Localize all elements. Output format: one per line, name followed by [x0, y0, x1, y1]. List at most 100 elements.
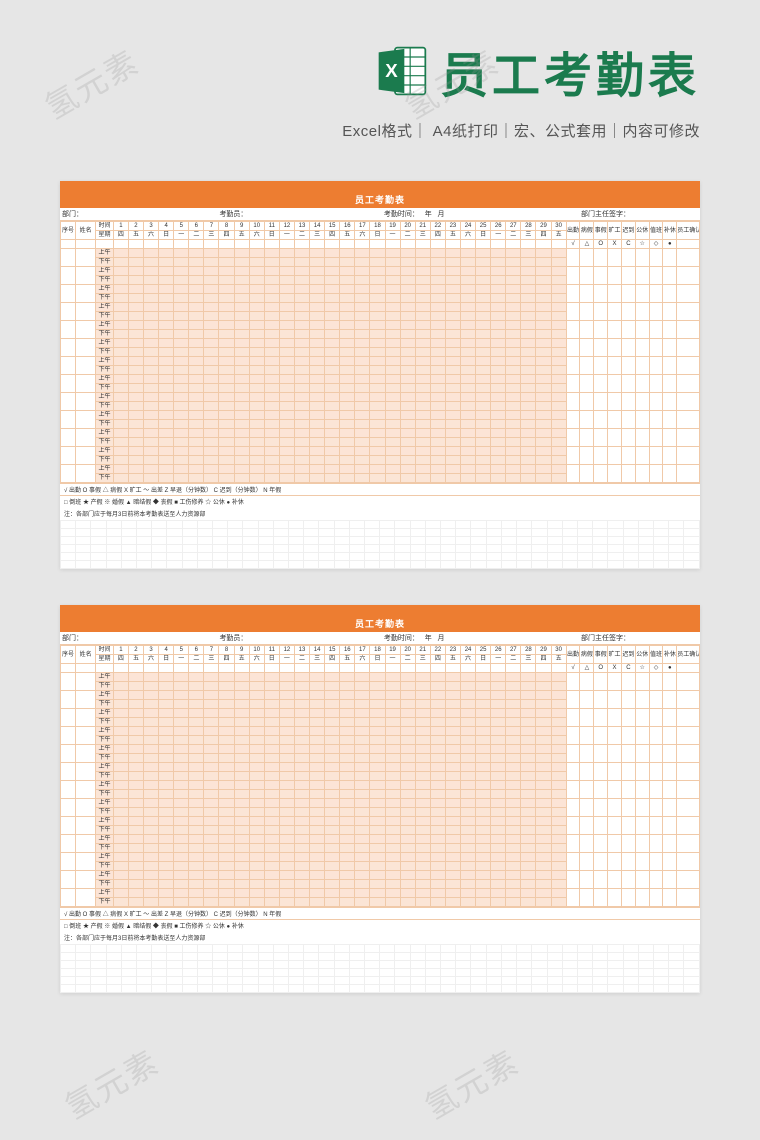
attend-cell: [264, 384, 279, 393]
attend-cell: [113, 249, 128, 258]
attend-cell: [144, 330, 159, 339]
summary-cell: [608, 249, 622, 267]
attend-cell: [113, 799, 128, 808]
attend-cell: [234, 673, 249, 682]
attend-cell: [385, 447, 400, 456]
summary-cell: [649, 339, 663, 357]
attend-cell: [415, 393, 430, 402]
attend-cell: [445, 862, 460, 871]
attend-cell: [219, 862, 234, 871]
attend-cell: [128, 790, 143, 799]
attend-cell: [159, 375, 174, 384]
attend-cell: [400, 799, 415, 808]
attend-cell: [113, 258, 128, 267]
attend-cell: [189, 465, 204, 474]
attend-cell: [355, 348, 370, 357]
attend-cell: [445, 267, 460, 276]
summary-cell: [663, 339, 677, 357]
summary-cell: [663, 763, 677, 781]
attend-cell: [370, 456, 385, 465]
attend-cell: [445, 339, 460, 348]
summary-cell: [566, 339, 580, 357]
summary-cell: [621, 673, 635, 691]
col-seq-header: 序号: [61, 222, 76, 240]
attend-cell: [174, 456, 189, 465]
attend-cell: [340, 438, 355, 447]
attend-cell: [415, 727, 430, 736]
attend-cell: [476, 411, 491, 420]
svg-text:X: X: [385, 60, 398, 81]
attend-cell: [460, 772, 475, 781]
attend-cell: [430, 384, 445, 393]
attend-cell: [325, 889, 340, 898]
attend-cell: [189, 339, 204, 348]
summary-cell: [635, 763, 649, 781]
attend-cell: [521, 844, 536, 853]
attend-cell: [174, 447, 189, 456]
summary-cell: [608, 357, 622, 375]
attend-cell: [249, 862, 264, 871]
attend-cell: [219, 402, 234, 411]
attend-cell: [340, 474, 355, 483]
seq-cell: [61, 393, 76, 411]
attend-cell: [430, 330, 445, 339]
name-cell: [76, 709, 96, 727]
attend-cell: [310, 889, 325, 898]
day-header: 22: [430, 646, 445, 655]
attend-cell: [174, 375, 189, 384]
attend-cell: [385, 411, 400, 420]
attend-cell: [294, 438, 309, 447]
attend-cell: [460, 889, 475, 898]
attend-cell: [234, 718, 249, 727]
attend-cell: [249, 826, 264, 835]
attend-cell: [325, 438, 340, 447]
attend-cell: [249, 321, 264, 330]
summary-cell: [649, 835, 663, 853]
attend-cell: [144, 258, 159, 267]
attend-cell: [113, 294, 128, 303]
attend-cell: [536, 673, 551, 682]
employee-row-am: 上午: [61, 817, 700, 826]
attend-cell: [204, 285, 219, 294]
attend-cell: [521, 682, 536, 691]
summary-cell: [566, 303, 580, 321]
employee-row-am: 上午: [61, 835, 700, 844]
attend-cell: [325, 718, 340, 727]
summary-cell: [566, 763, 580, 781]
attend-cell: [128, 357, 143, 366]
summary-cell: [663, 691, 677, 709]
attend-cell: [113, 709, 128, 718]
attend-cell: [430, 745, 445, 754]
attend-cell: [159, 673, 174, 682]
attend-cell: [491, 745, 506, 754]
attend-cell: [144, 357, 159, 366]
attend-cell: [144, 745, 159, 754]
attend-cell: [536, 898, 551, 907]
attend-cell: [491, 456, 506, 465]
summary-symbol: X: [608, 240, 622, 249]
attend-cell: [294, 871, 309, 880]
seq-cell: [61, 745, 76, 763]
attend-cell: [204, 474, 219, 483]
attend-cell: [430, 682, 445, 691]
attend-cell: [159, 709, 174, 718]
attend-cell: [445, 763, 460, 772]
attend-cell: [430, 357, 445, 366]
weekday-cell: 二: [189, 655, 204, 664]
attend-cell: [445, 673, 460, 682]
confirm-cell: [677, 393, 700, 411]
attend-cell: [445, 826, 460, 835]
attend-cell: [144, 898, 159, 907]
attend-cell: [113, 808, 128, 817]
summary-symbol: ☆: [635, 240, 649, 249]
confirm-cell: [677, 763, 700, 781]
attend-cell: [445, 727, 460, 736]
attend-cell: [113, 826, 128, 835]
attend-cell: [174, 384, 189, 393]
employee-row-am: 上午: [61, 321, 700, 330]
attend-cell: [370, 321, 385, 330]
attend-cell: [249, 330, 264, 339]
shift-pm: 下午: [96, 330, 114, 339]
attend-cell: [219, 267, 234, 276]
attend-cell: [445, 754, 460, 763]
